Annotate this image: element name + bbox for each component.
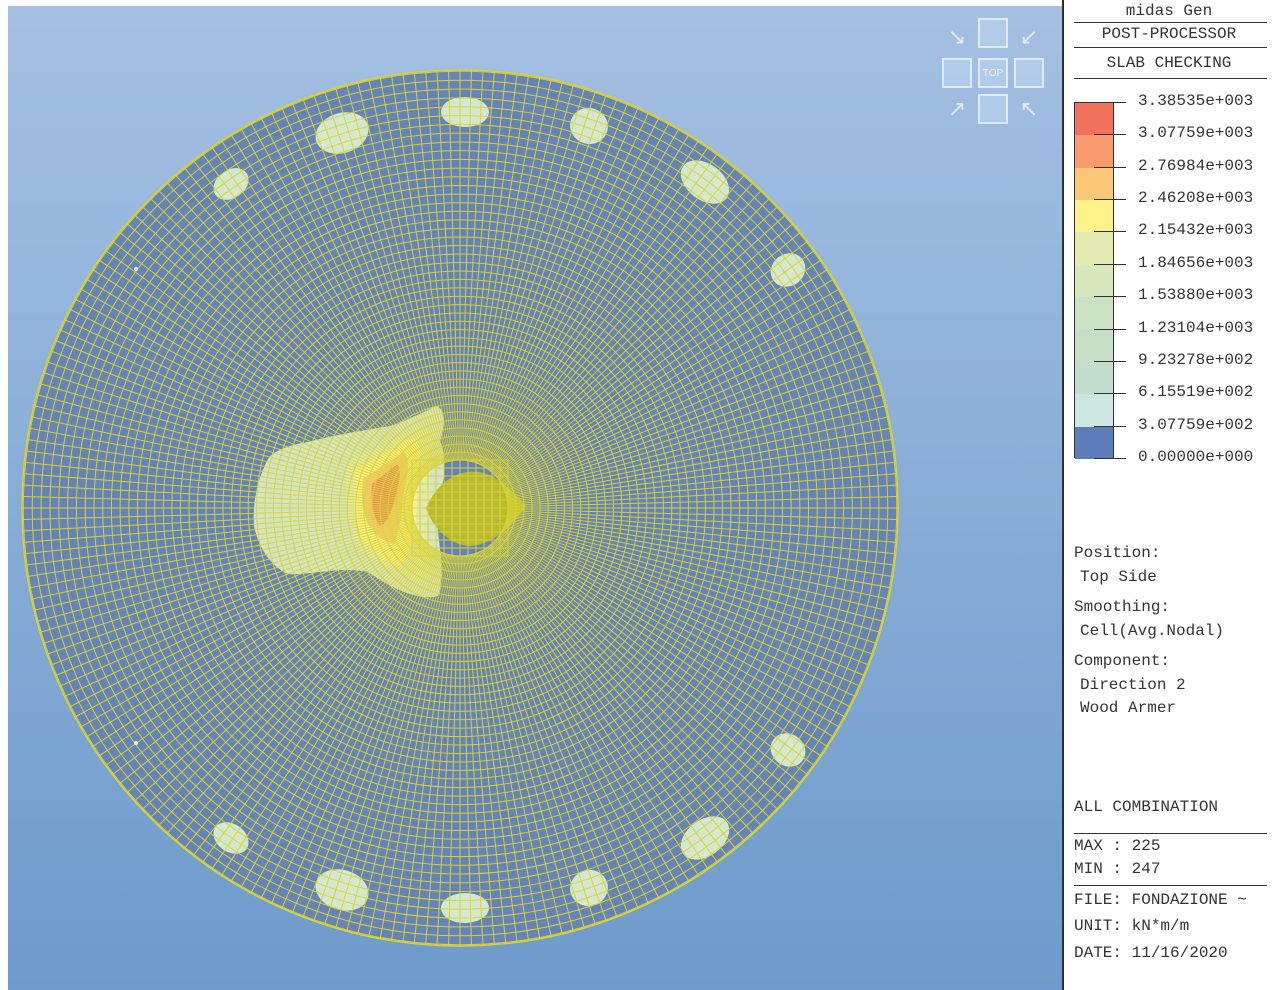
view-cube-top-face-right[interactable] <box>1014 58 1044 88</box>
legend-value: 3.38535e+003 <box>1138 92 1254 110</box>
legend-value: 0.00000e+000 <box>1138 448 1254 466</box>
legend-value: 6.15519e+002 <box>1138 383 1254 402</box>
legend-value: 9.23278e+002 <box>1138 350 1254 369</box>
slab-contour-plot <box>21 69 899 947</box>
min-value: MIN : 247 <box>1074 860 1161 878</box>
legend-tick <box>1094 102 1126 103</box>
color-legend-bar <box>1074 102 1114 460</box>
view-cube-top-face[interactable]: TOP <box>978 58 1008 88</box>
position-value: Top Side <box>1080 568 1157 586</box>
legend-color-segment <box>1075 297 1113 331</box>
view-cube-top-face-left[interactable] <box>942 58 972 88</box>
legend-tick <box>1094 263 1126 265</box>
legend-value: 2.76984e+003 <box>1138 156 1254 175</box>
result-type: SLAB CHECKING <box>1106 54 1232 72</box>
component-method: Wood Armer <box>1080 699 1177 717</box>
legend-tick <box>1094 458 1126 459</box>
legend-color-segment <box>1075 103 1113 136</box>
smoothing-label: Smoothing: <box>1074 598 1171 616</box>
legend-color-segment <box>1075 264 1113 298</box>
legend-tick <box>1094 360 1126 362</box>
view-cube-label: TOP <box>982 67 1004 79</box>
legend-color-segment <box>1075 329 1113 363</box>
legend-color-segment <box>1075 361 1113 395</box>
legend-tick <box>1094 425 1126 427</box>
position-label: Position: <box>1074 544 1161 562</box>
legend-color-segment <box>1075 167 1113 201</box>
date-label: DATE: 11/16/2020 <box>1074 944 1228 962</box>
legend-color-segment <box>1075 135 1113 169</box>
legend-color-segment <box>1075 200 1113 233</box>
smoothing-value: Cell(Avg.Nodal) <box>1080 622 1225 640</box>
legend-value: 1.84656e+003 <box>1138 253 1254 272</box>
legend-tick <box>1094 134 1126 136</box>
legend-tick <box>1094 393 1126 395</box>
arrow-down-left-icon[interactable]: ↙ <box>1014 22 1044 52</box>
legend-value: 2.15432e+003 <box>1138 221 1254 240</box>
legend-value: 2.46208e+003 <box>1138 189 1254 208</box>
info-divider <box>1074 833 1267 834</box>
view-cube[interactable]: TOP ↘ ↙ ↗ ↖ <box>938 18 1050 130</box>
arrow-up-right-icon[interactable]: ↗ <box>942 94 972 124</box>
legend-color-segment <box>1075 426 1113 460</box>
legend-color-segment <box>1075 394 1113 428</box>
legend-panel: midas Gen POST-PROCESSOR SLAB CHECKING 3… <box>1064 0 1284 990</box>
mesh-node-dot <box>134 741 138 745</box>
model-viewport[interactable]: TOP ↘ ↙ ↗ ↖ <box>8 6 1062 990</box>
arrow-down-right-icon[interactable]: ↘ <box>942 22 972 52</box>
legend-tick <box>1094 231 1126 233</box>
info-divider <box>1074 885 1267 886</box>
combination-label: ALL COMBINATION <box>1074 798 1219 816</box>
unit-label: UNIT: kN*m/m <box>1074 917 1190 935</box>
component-label: Component: <box>1074 652 1171 670</box>
module-name: POST-PROCESSOR <box>1101 25 1237 43</box>
legend-tick <box>1094 296 1126 298</box>
title-divider <box>1074 78 1267 79</box>
file-name: FILE: FONDAZIONE ~ <box>1074 891 1247 909</box>
app-name: midas Gen <box>1125 2 1213 20</box>
legend-tick <box>1094 166 1126 168</box>
legend-color-segment <box>1075 232 1113 266</box>
legend-value: 1.53880e+003 <box>1138 286 1254 305</box>
arrow-up-left-icon[interactable]: ↖ <box>1014 94 1044 124</box>
mesh-node-dot <box>134 267 138 271</box>
legend-value: 3.07759e+002 <box>1138 415 1254 434</box>
max-value: MAX : 225 <box>1074 837 1161 855</box>
view-cube-top-face-upper[interactable] <box>978 18 1008 48</box>
legend-value: 1.23104e+003 <box>1138 318 1254 337</box>
title-divider <box>1074 47 1267 48</box>
legend-tick <box>1094 199 1126 201</box>
component-direction: Direction 2 <box>1080 676 1186 694</box>
legend-value: 3.07759e+003 <box>1138 124 1254 143</box>
view-cube-top-face-lower[interactable] <box>978 94 1008 124</box>
title-divider <box>1074 22 1267 23</box>
legend-tick <box>1094 328 1126 330</box>
mesh-grid <box>22 70 898 946</box>
